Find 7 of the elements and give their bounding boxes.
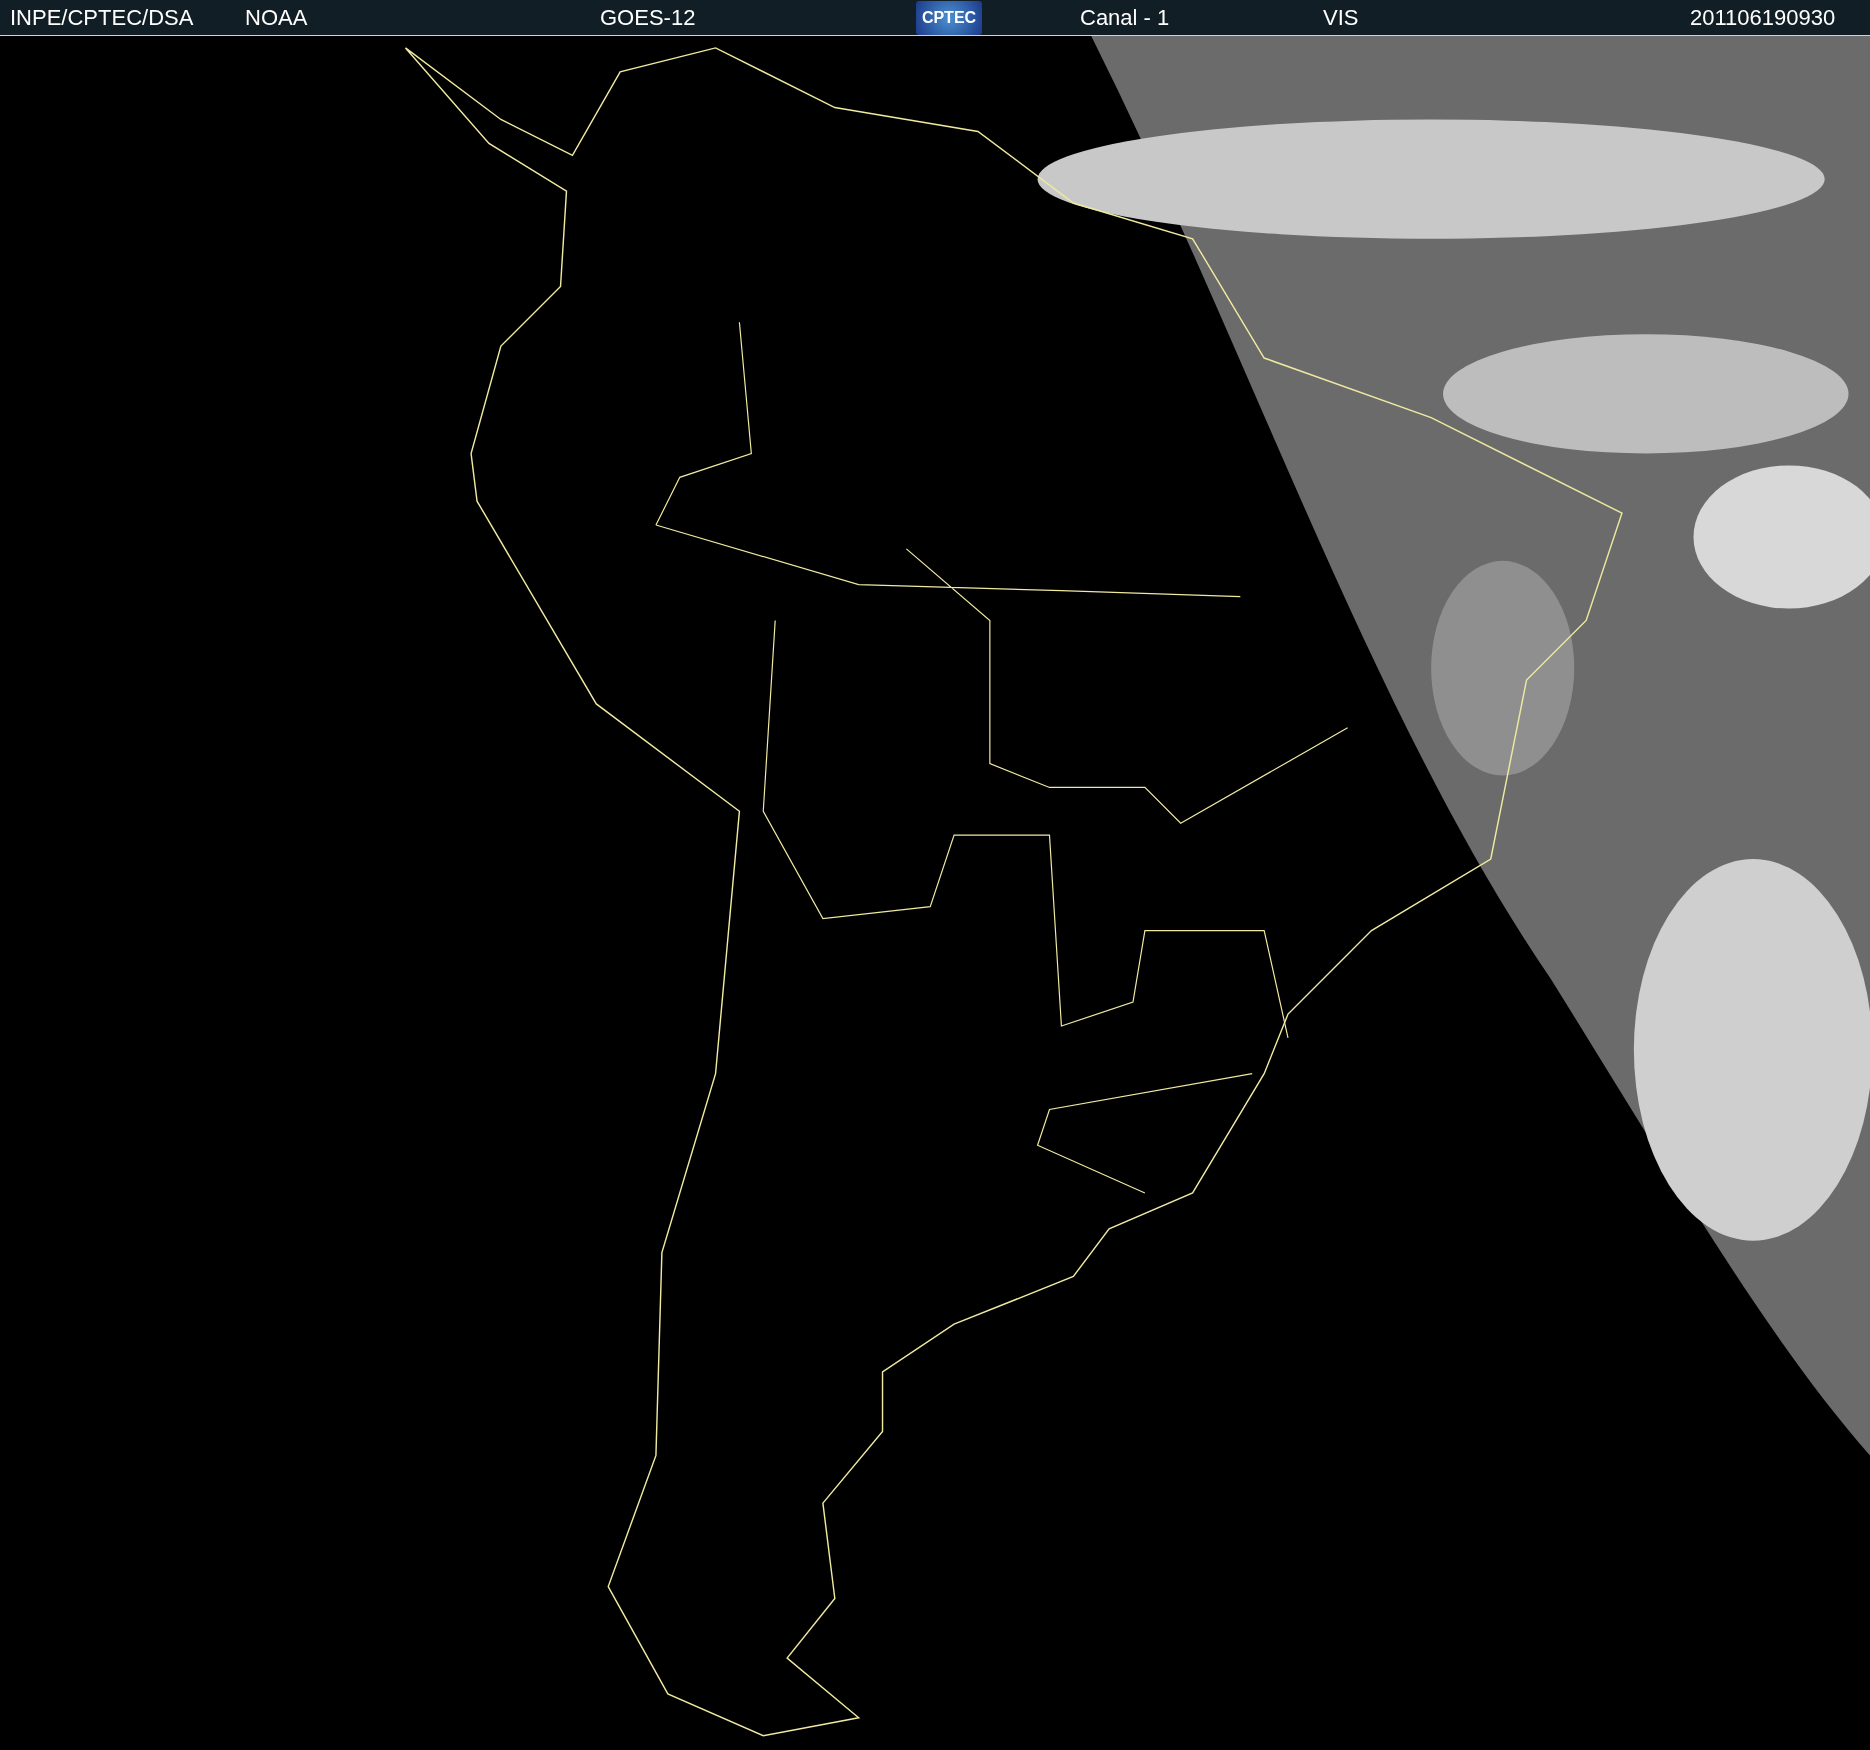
band-label: VIS [1323,4,1360,31]
agency-label: NOAA [245,4,309,31]
source-label: INPE/CPTEC/DSA [10,4,195,31]
satellite-label: GOES-12 [600,4,697,31]
channel-label: Canal - 1 [1080,4,1171,31]
timestamp-label: 201106190930 [1690,4,1836,31]
logo-badge: CPTEC [916,0,982,35]
